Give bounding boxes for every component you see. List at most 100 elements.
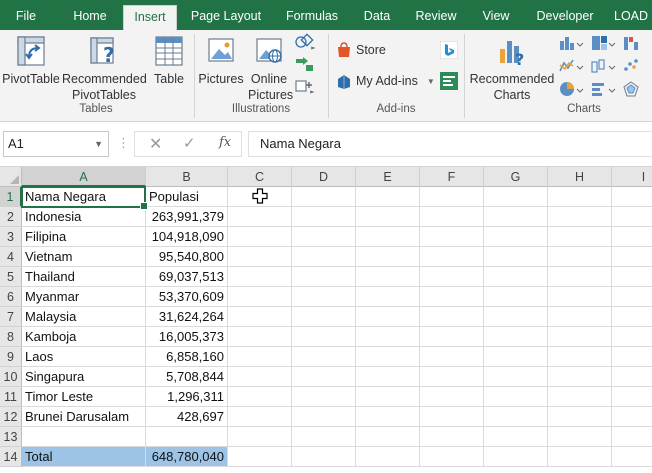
line-chart-button[interactable] [558, 57, 584, 78]
cell-g13[interactable] [484, 427, 548, 447]
cell-a4[interactable]: Vietnam [22, 247, 146, 267]
cell-h8[interactable] [548, 327, 612, 347]
cell-a11[interactable]: Timor Leste [22, 387, 146, 407]
cell-f11[interactable] [420, 387, 484, 407]
cell-d6[interactable] [292, 287, 356, 307]
cell-a8[interactable]: Kamboja [22, 327, 146, 347]
cell-c13[interactable] [228, 427, 292, 447]
cell-d10[interactable] [292, 367, 356, 387]
cell-d11[interactable] [292, 387, 356, 407]
cell-b11[interactable]: 1,296,311 [146, 387, 228, 407]
cell-a6[interactable]: Myanmar [22, 287, 146, 307]
cell-g10[interactable] [484, 367, 548, 387]
smartart-button[interactable] [294, 55, 316, 76]
cell-e13[interactable] [356, 427, 420, 447]
cell-e11[interactable] [356, 387, 420, 407]
cell-c7[interactable] [228, 307, 292, 327]
row-header[interactable]: 12 [0, 407, 22, 427]
cell-e3[interactable] [356, 227, 420, 247]
online-pictures-button[interactable]: Online Pictures [248, 35, 293, 103]
cell-e14[interactable] [356, 447, 420, 467]
cell-g12[interactable] [484, 407, 548, 427]
cell-g11[interactable] [484, 387, 548, 407]
store-button[interactable]: Store [337, 42, 386, 58]
cell-h11[interactable] [548, 387, 612, 407]
insert-function-icon[interactable]: fx [219, 135, 231, 150]
name-box[interactable]: A1 ▼ [3, 131, 109, 157]
cell-e2[interactable] [356, 207, 420, 227]
row-header[interactable]: 1 [0, 187, 22, 207]
select-all-corner[interactable] [0, 167, 22, 187]
hierarchy-chart-button[interactable] [590, 34, 616, 55]
cell-g8[interactable] [484, 327, 548, 347]
cell-h5[interactable] [548, 267, 612, 287]
cell-b1[interactable]: Populasi [146, 187, 228, 207]
cell-d8[interactable] [292, 327, 356, 347]
scatter-chart-button[interactable] [622, 57, 652, 78]
shapes-button[interactable] [294, 33, 316, 54]
row-header[interactable]: 2 [0, 207, 22, 227]
cell-c3[interactable] [228, 227, 292, 247]
cell-b8[interactable]: 16,005,373 [146, 327, 228, 347]
row-header[interactable]: 6 [0, 287, 22, 307]
cell-h10[interactable] [548, 367, 612, 387]
column-header-h[interactable]: H [548, 167, 612, 187]
tab-insert[interactable]: Insert [123, 5, 177, 30]
cell-c11[interactable] [228, 387, 292, 407]
cell-d12[interactable] [292, 407, 356, 427]
cell-i7[interactable] [612, 307, 652, 327]
column-chart-button[interactable] [558, 34, 584, 55]
cell-d1[interactable] [292, 187, 356, 207]
cell-b6[interactable]: 53,370,609 [146, 287, 228, 307]
cell-h4[interactable] [548, 247, 612, 267]
cell-b4[interactable]: 95,540,800 [146, 247, 228, 267]
cell-e12[interactable] [356, 407, 420, 427]
row-header[interactable]: 10 [0, 367, 22, 387]
cell-h6[interactable] [548, 287, 612, 307]
tab-home[interactable]: Home [62, 0, 118, 30]
cell-i5[interactable] [612, 267, 652, 287]
cell-g14[interactable] [484, 447, 548, 467]
cell-h12[interactable] [548, 407, 612, 427]
cell-e6[interactable] [356, 287, 420, 307]
column-header-g[interactable]: G [484, 167, 548, 187]
cell-f14[interactable] [420, 447, 484, 467]
cell-h14[interactable] [548, 447, 612, 467]
cell-i3[interactable] [612, 227, 652, 247]
tab-file[interactable]: File [6, 0, 46, 30]
cell-a12[interactable]: Brunei Darusalam [22, 407, 146, 427]
cell-d3[interactable] [292, 227, 356, 247]
cell-c12[interactable] [228, 407, 292, 427]
formula-input[interactable]: Nama Negara [248, 131, 652, 157]
cell-c6[interactable] [228, 287, 292, 307]
cell-b9[interactable]: 6,858,160 [146, 347, 228, 367]
tab-load[interactable]: LOAD [614, 0, 652, 30]
cell-g5[interactable] [484, 267, 548, 287]
cell-a3[interactable]: Filipina [22, 227, 146, 247]
cell-a13[interactable] [22, 427, 146, 447]
cell-h2[interactable] [548, 207, 612, 227]
column-header-f[interactable]: F [420, 167, 484, 187]
cell-i10[interactable] [612, 367, 652, 387]
cell-h9[interactable] [548, 347, 612, 367]
cell-d14[interactable] [292, 447, 356, 467]
cell-a9[interactable]: Laos [22, 347, 146, 367]
cell-f9[interactable] [420, 347, 484, 367]
cell-h3[interactable] [548, 227, 612, 247]
cell-e8[interactable] [356, 327, 420, 347]
tab-review[interactable]: Review [408, 0, 464, 30]
screenshot-button[interactable] [294, 77, 316, 98]
cell-d2[interactable] [292, 207, 356, 227]
cell-g2[interactable] [484, 207, 548, 227]
cell-c5[interactable] [228, 267, 292, 287]
cell-c9[interactable] [228, 347, 292, 367]
cell-f2[interactable] [420, 207, 484, 227]
name-box-dropdown-icon[interactable]: ▼ [94, 132, 103, 156]
cell-f6[interactable] [420, 287, 484, 307]
tab-view[interactable]: View [474, 0, 518, 30]
cell-a10[interactable]: Singapura [22, 367, 146, 387]
cell-c2[interactable] [228, 207, 292, 227]
bing-maps-button[interactable] [439, 40, 459, 62]
row-header[interactable]: 7 [0, 307, 22, 327]
cell-i14[interactable] [612, 447, 652, 467]
